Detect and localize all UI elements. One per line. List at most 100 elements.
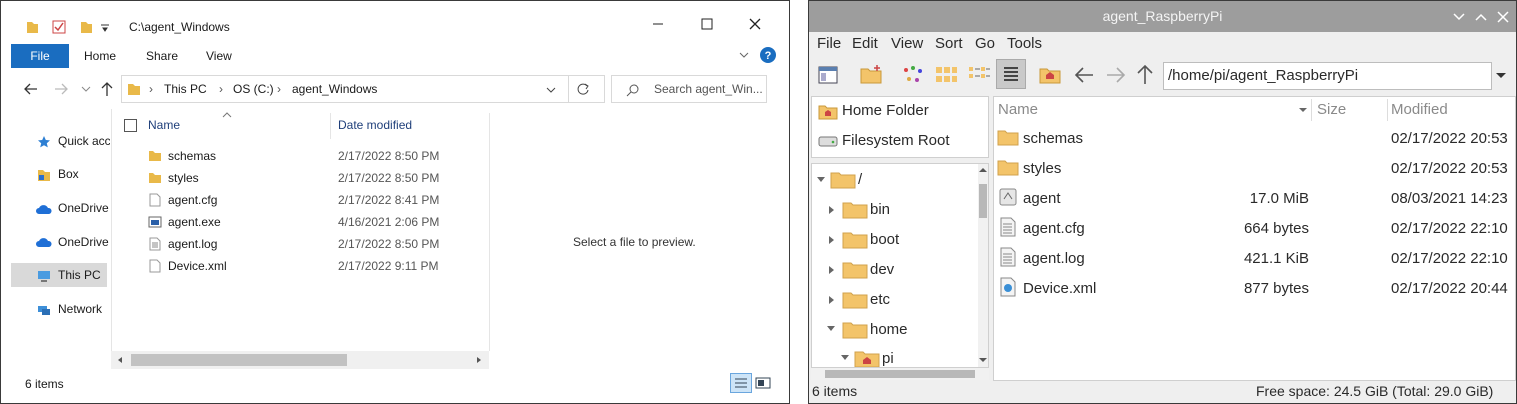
menu-tools[interactable]: Tools [1007, 35, 1042, 52]
tree-item-dev[interactable]: dev [870, 261, 894, 278]
tree-item-home[interactable]: home [870, 321, 908, 338]
refresh-icon[interactable] [576, 82, 590, 96]
back-arrow-icon[interactable] [23, 82, 39, 96]
recent-locations-icon[interactable] [81, 85, 91, 93]
folder-icon [842, 262, 868, 279]
file-name[interactable]: schemas [1023, 130, 1083, 147]
file-date: 2/17/2022 8:50 PM [338, 237, 440, 251]
menu-go[interactable]: Go [975, 35, 995, 52]
scrollbar-thumb[interactable] [131, 354, 347, 366]
menu-file[interactable]: File [817, 35, 841, 52]
tree-scrollbar-thumb[interactable] [979, 184, 987, 218]
expander-closed-icon[interactable] [828, 205, 836, 215]
menu-view[interactable]: View [891, 35, 923, 52]
path-bar[interactable]: /home/pi/agent_RaspberryPi [1163, 62, 1492, 90]
scroll-right-icon[interactable] [475, 356, 483, 364]
maximize-icon[interactable] [1475, 13, 1487, 21]
maximize-icon[interactable] [698, 15, 716, 33]
file-name[interactable]: Device.xml [1023, 280, 1096, 297]
column-header-date[interactable]: Date modified [338, 118, 412, 132]
large-icons-view-icon[interactable] [755, 375, 771, 391]
nav-this-pc[interactable]: This PC [58, 263, 101, 287]
select-all-checkbox[interactable] [124, 119, 137, 132]
file-name[interactable]: schemas [168, 149, 216, 163]
file-name[interactable]: agent.exe [168, 215, 221, 229]
breadcrumb-this-pc[interactable]: This PC [164, 82, 207, 96]
tree-horizontal-scrollbar[interactable] [811, 368, 989, 380]
column-header-modified[interactable]: Modified [1391, 101, 1448, 118]
tab-home[interactable]: Home [84, 49, 116, 63]
nav-onedrive[interactable]: OneDrive [58, 196, 109, 220]
tree-hscroll-thumb[interactable] [825, 370, 975, 378]
breadcrumb-agent-windows[interactable]: agent_Windows [292, 82, 377, 96]
back-arrow-icon[interactable] [1073, 65, 1095, 85]
tab-file[interactable]: File [11, 44, 69, 68]
scroll-down-icon[interactable] [978, 356, 988, 364]
up-arrow-icon[interactable] [100, 81, 114, 97]
chevron-down-icon[interactable] [738, 50, 750, 60]
help-icon[interactable]: ? [759, 46, 777, 64]
details-view-icon[interactable] [730, 373, 752, 393]
forward-arrow-icon[interactable] [1105, 65, 1127, 85]
file-name[interactable]: styles [1023, 160, 1061, 177]
file-name[interactable]: agent.cfg [1023, 220, 1085, 237]
place-home-folder[interactable]: Home Folder [842, 102, 929, 119]
nav-quick-access[interactable]: Quick acc [58, 129, 110, 153]
breadcrumb-os-c[interactable]: OS (C:) [233, 82, 274, 96]
file-name[interactable]: agent [1023, 190, 1061, 207]
place-filesystem-root[interactable]: Filesystem Root [842, 132, 950, 149]
tab-view[interactable]: View [206, 49, 232, 63]
close-icon[interactable] [746, 15, 764, 33]
file-name[interactable]: agent.cfg [168, 193, 217, 207]
icon-view-icon[interactable] [934, 64, 958, 86]
file-date: 02/17/2022 20:44 [1391, 280, 1508, 297]
search-box[interactable]: Search agent_Win... [611, 75, 767, 103]
expander-closed-icon[interactable] [828, 295, 836, 305]
window-title: C:\agent_Windows [129, 20, 230, 34]
file-name[interactable]: agent.log [168, 237, 217, 251]
tree-item-pi[interactable]: pi [882, 350, 894, 367]
column-header-size[interactable]: Size [1317, 101, 1346, 118]
compact-view-icon[interactable] [967, 64, 991, 86]
menu-sort[interactable]: Sort [935, 35, 963, 52]
new-window-icon[interactable] [817, 64, 839, 86]
nav-onedrive-2[interactable]: OneDrive [58, 230, 109, 254]
tree-item-bin[interactable]: bin [870, 201, 890, 218]
address-bar[interactable]: › This PC › OS (C:) › agent_Windows [121, 75, 605, 103]
up-arrow-icon[interactable] [1135, 63, 1155, 85]
tree-item-boot[interactable]: boot [870, 231, 899, 248]
minimize-icon[interactable] [649, 15, 667, 33]
folder-icon [149, 151, 161, 161]
file-name[interactable]: agent.log [1023, 250, 1085, 267]
nav-box[interactable]: Box [58, 162, 79, 186]
menu-edit[interactable]: Edit [852, 35, 878, 52]
show-hidden-icon[interactable] [901, 64, 925, 86]
home-folder-icon[interactable] [1038, 65, 1062, 85]
expander-open-icon[interactable] [826, 325, 836, 333]
file-date: 2/17/2022 8:50 PM [338, 149, 440, 163]
close-icon[interactable] [1497, 11, 1509, 23]
chevron-down-icon[interactable] [1495, 71, 1507, 81]
new-tab-icon[interactable] [859, 64, 883, 86]
file-name[interactable]: styles [168, 171, 199, 185]
column-header-name[interactable]: Name [148, 118, 180, 132]
exe-icon [148, 216, 162, 228]
tree-item-root[interactable]: / [858, 171, 862, 188]
file-date: 2/17/2022 8:50 PM [338, 171, 440, 185]
scroll-left-icon[interactable] [116, 356, 124, 364]
forward-arrow-icon[interactable] [53, 82, 69, 96]
detailed-list-view-button[interactable] [996, 59, 1026, 89]
expander-closed-icon[interactable] [828, 235, 836, 245]
expander-open-icon[interactable] [840, 354, 850, 362]
file-name[interactable]: Device.xml [168, 259, 227, 273]
expander-open-icon[interactable] [816, 176, 826, 184]
tab-share[interactable]: Share [146, 49, 178, 63]
expander-closed-icon[interactable] [828, 265, 836, 275]
scroll-up-icon[interactable] [978, 166, 988, 174]
nav-network[interactable]: Network [58, 297, 102, 321]
horizontal-scrollbar[interactable] [111, 351, 489, 369]
tree-item-etc[interactable]: etc [870, 291, 890, 308]
minimize-icon[interactable] [1453, 13, 1465, 21]
column-header-name[interactable]: Name [998, 101, 1038, 118]
chevron-down-icon[interactable] [545, 85, 557, 95]
